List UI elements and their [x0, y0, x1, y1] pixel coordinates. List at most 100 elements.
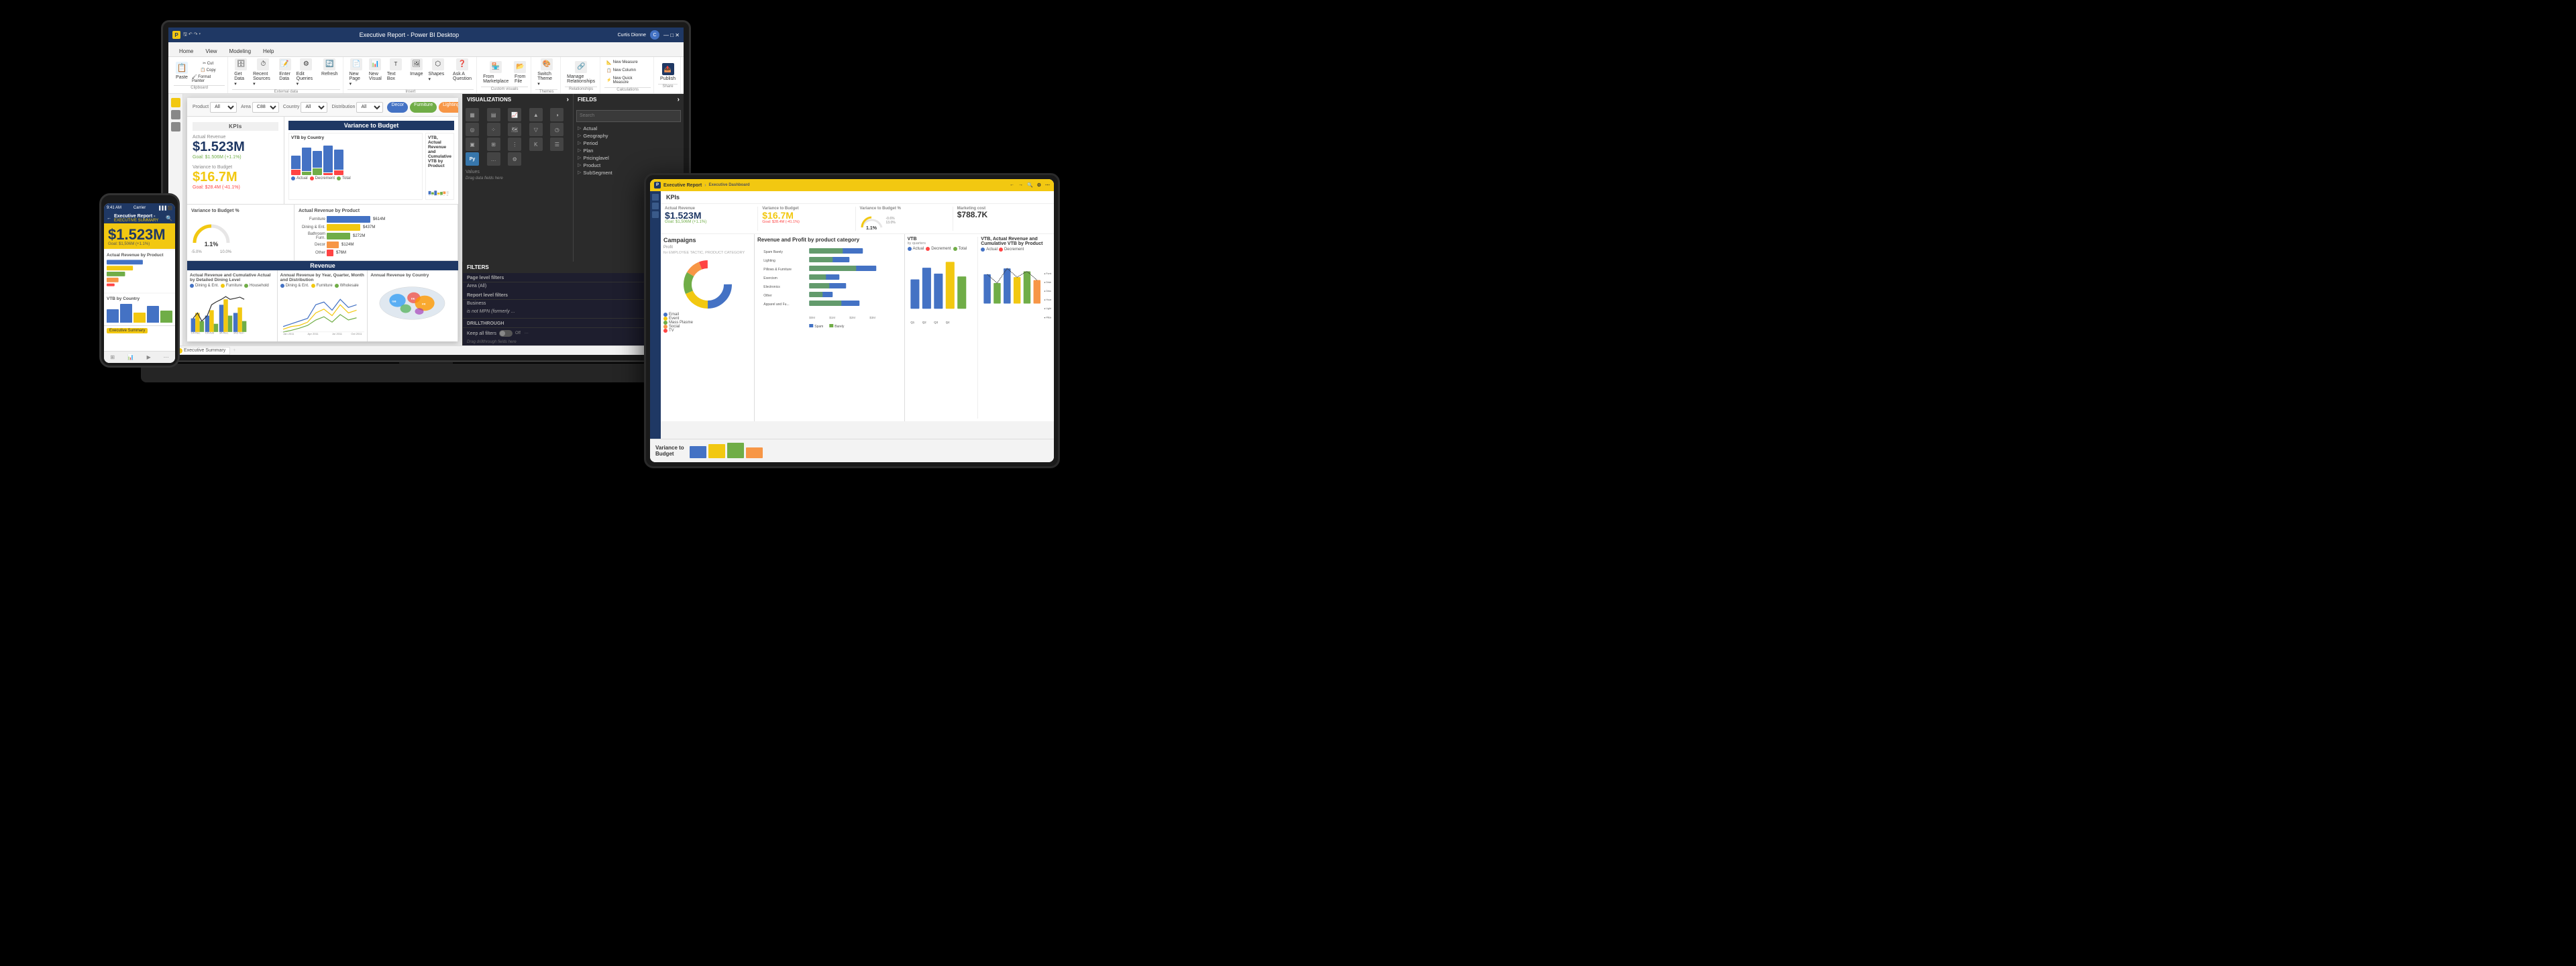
visualizations-expand-icon[interactable]: ›	[567, 96, 569, 103]
gauge-area: 1.1% -5.0% 10.0%	[191, 216, 231, 250]
viz-icon-col[interactable]: ▤	[487, 108, 500, 121]
tablet-forward-btn[interactable]: →	[1018, 182, 1023, 188]
phone-active-tab[interactable]: Executive Summary	[107, 328, 148, 333]
furniture-pill[interactable]: Furniture	[410, 102, 437, 113]
tab-help[interactable]: Help	[258, 46, 279, 56]
viz-icon-matrix[interactable]: ⋮	[508, 138, 521, 151]
fields-search-input[interactable]	[576, 110, 681, 122]
field-actual[interactable]: ▷ Actual	[576, 125, 681, 132]
tab-modeling[interactable]: Modeling	[224, 46, 256, 56]
phone-back-btn[interactable]: ←	[107, 216, 111, 221]
tablet-sidebar-home[interactable]	[652, 194, 659, 201]
actual-revenue-value: $1.523M	[193, 140, 278, 155]
field-pricinglavel-label: Pricinglavel	[583, 155, 608, 161]
image-button[interactable]: 🖼Image	[408, 57, 425, 88]
field-product[interactable]: ▷ Product	[576, 162, 681, 169]
business-value-text: is not MPN (formerly ...	[467, 309, 515, 314]
phone-home-icon[interactable]: ⊞	[110, 354, 115, 360]
tablet-variance-title: Variance to	[655, 445, 684, 451]
country-filter-select[interactable]: All	[301, 102, 327, 113]
new-column-button[interactable]: 📋New Column	[604, 67, 651, 74]
copy-button[interactable]: 📋 Copy	[191, 67, 225, 73]
area-filter-select[interactable]: C88	[252, 102, 279, 113]
lighting-pill[interactable]: Lighting	[439, 102, 458, 113]
phone-chart-icon[interactable]: 📊	[127, 354, 134, 360]
viz-icon-area[interactable]: ▲	[529, 108, 543, 121]
tablet-sidebar-model[interactable]	[652, 211, 659, 218]
viz-icon-scatter[interactable]: ⁘	[487, 123, 500, 136]
get-data-button[interactable]: 🗄GetData ▾	[232, 57, 250, 88]
viz-icon-table[interactable]: ⊞	[487, 138, 500, 151]
tab-home[interactable]: Home	[174, 46, 199, 56]
viz-icon-python[interactable]: Py	[466, 152, 479, 166]
vtb-product-label: VTB, Actual Revenue and Cumulative VTB b…	[428, 136, 451, 168]
tablet-screen: P Executive Report › Executive Dashboard…	[650, 179, 1054, 462]
product-filter-select[interactable]: All	[210, 102, 237, 113]
viz-icon-card[interactable]: ▣	[466, 138, 479, 151]
from-marketplace-button[interactable]: 🏪FromMarketplace	[481, 60, 511, 85]
new-visual-button[interactable]: 📊NewVisual	[367, 57, 384, 88]
publish-button[interactable]: 📤Publish	[658, 62, 678, 83]
viz-icons-grid: ▦ ▤ 📈 ▲ ◑ ◎ ⁘ 🗺 ▽	[466, 108, 570, 166]
new-quick-measure-button[interactable]: ⚡New Quick Measure	[604, 75, 651, 86]
manage-relationships-button[interactable]: 🔗ManageRelationships	[565, 60, 597, 85]
tablet-sidebar-data[interactable]	[652, 203, 659, 209]
viz-icon-kpi[interactable]: K	[529, 138, 543, 151]
field-plan[interactable]: ▷ Plan	[576, 147, 681, 154]
from-file-button[interactable]: 📂FromFile	[512, 60, 528, 85]
cut-button[interactable]: ✂ Cut	[191, 60, 225, 66]
bar-bathroom: Bathroom Furn. $272M	[299, 232, 453, 240]
new-page-button[interactable]: 📄NewPage ▾	[347, 57, 366, 88]
format-painter-button[interactable]: 🖌 Format Painter	[191, 74, 225, 84]
ask-question-button[interactable]: ❓Ask AQuestion	[451, 57, 474, 88]
tablet-more-icon[interactable]: ⋯	[1045, 182, 1050, 188]
svg-text:GB: GB	[392, 299, 396, 303]
tab-view[interactable]: View	[200, 46, 222, 56]
phone-search-icon[interactable]: 🔍	[166, 215, 172, 221]
viz-icon-funnel[interactable]: ▽	[529, 123, 543, 136]
enter-data-button[interactable]: 📝EnterData	[277, 57, 293, 88]
recent-sources-button[interactable]: ⏱RecentSources ▾	[251, 57, 276, 88]
viz-icon-donut[interactable]: ◎	[466, 123, 479, 136]
fields-expand-icon[interactable]: ›	[678, 96, 680, 103]
field-period[interactable]: ▷ Period	[576, 140, 681, 147]
vtb-value: $16.7M	[193, 170, 278, 185]
viz-icon-pie[interactable]: ◑	[550, 108, 564, 121]
distribution-filter-select[interactable]: All	[356, 102, 383, 113]
field-pricinglavel[interactable]: ▷ Pricinglavel	[576, 154, 681, 162]
field-geography[interactable]: ▷ Geography	[576, 132, 681, 140]
tablet-kpis-label: KPIs	[666, 194, 680, 201]
keep-all-toggle[interactable]	[499, 330, 513, 337]
viz-icon-line[interactable]: 📈	[508, 108, 521, 121]
decor-pill[interactable]: Decor	[387, 102, 408, 113]
tablet-search-icon[interactable]: 🔍	[1027, 182, 1033, 188]
paste-button[interactable]: 📋 Paste	[174, 60, 190, 84]
new-measure-button[interactable]: 📐New Measure	[604, 59, 651, 66]
sidebar-report-icon[interactable]	[171, 98, 180, 107]
refresh-button[interactable]: 🔄Refresh	[319, 57, 340, 88]
viz-icon-bar[interactable]: ▦	[466, 108, 479, 121]
viz-icon-settings[interactable]: ⚙	[508, 152, 521, 166]
viz-icon-gauge[interactable]: ◷	[550, 123, 564, 136]
phone-title: Executive Report -	[114, 214, 163, 219]
viz-icon-slicer[interactable]: ☰	[550, 138, 564, 151]
phone-more-icon[interactable]: ⋯	[164, 354, 169, 360]
statusbar: Executive Summary +	[168, 345, 684, 355]
sidebar-data-icon[interactable]	[171, 110, 180, 119]
switch-theme-button[interactable]: 🎨SwitchTheme ▾	[535, 57, 557, 88]
viz-icon-more[interactable]: …	[487, 152, 500, 166]
edit-queries-button[interactable]: ⚙EditQueries ▾	[294, 57, 318, 88]
revenue-country-title: Annual Revenue by Country	[370, 273, 455, 278]
sidebar-model-icon[interactable]	[171, 122, 180, 131]
phone-play-icon[interactable]: ▶	[147, 354, 151, 360]
shapes-button[interactable]: ⬡Shapes ▾	[427, 57, 450, 88]
ribbon-tabs: Home View Modeling Help	[168, 42, 684, 57]
tablet-back-btn[interactable]: ←	[1010, 182, 1014, 188]
viz-icon-map[interactable]: 🗺	[508, 123, 521, 136]
toggle-knob	[500, 331, 505, 336]
phone-chart-label: Actual Revenue by Product	[107, 253, 172, 258]
tablet-settings-icon[interactable]: ⚙	[1037, 182, 1041, 188]
tablet-campaigns-title: Campaigns	[663, 237, 751, 244]
text-box-button[interactable]: TText Box	[385, 57, 407, 88]
executive-summary-tab[interactable]: Executive Summary	[172, 347, 230, 355]
